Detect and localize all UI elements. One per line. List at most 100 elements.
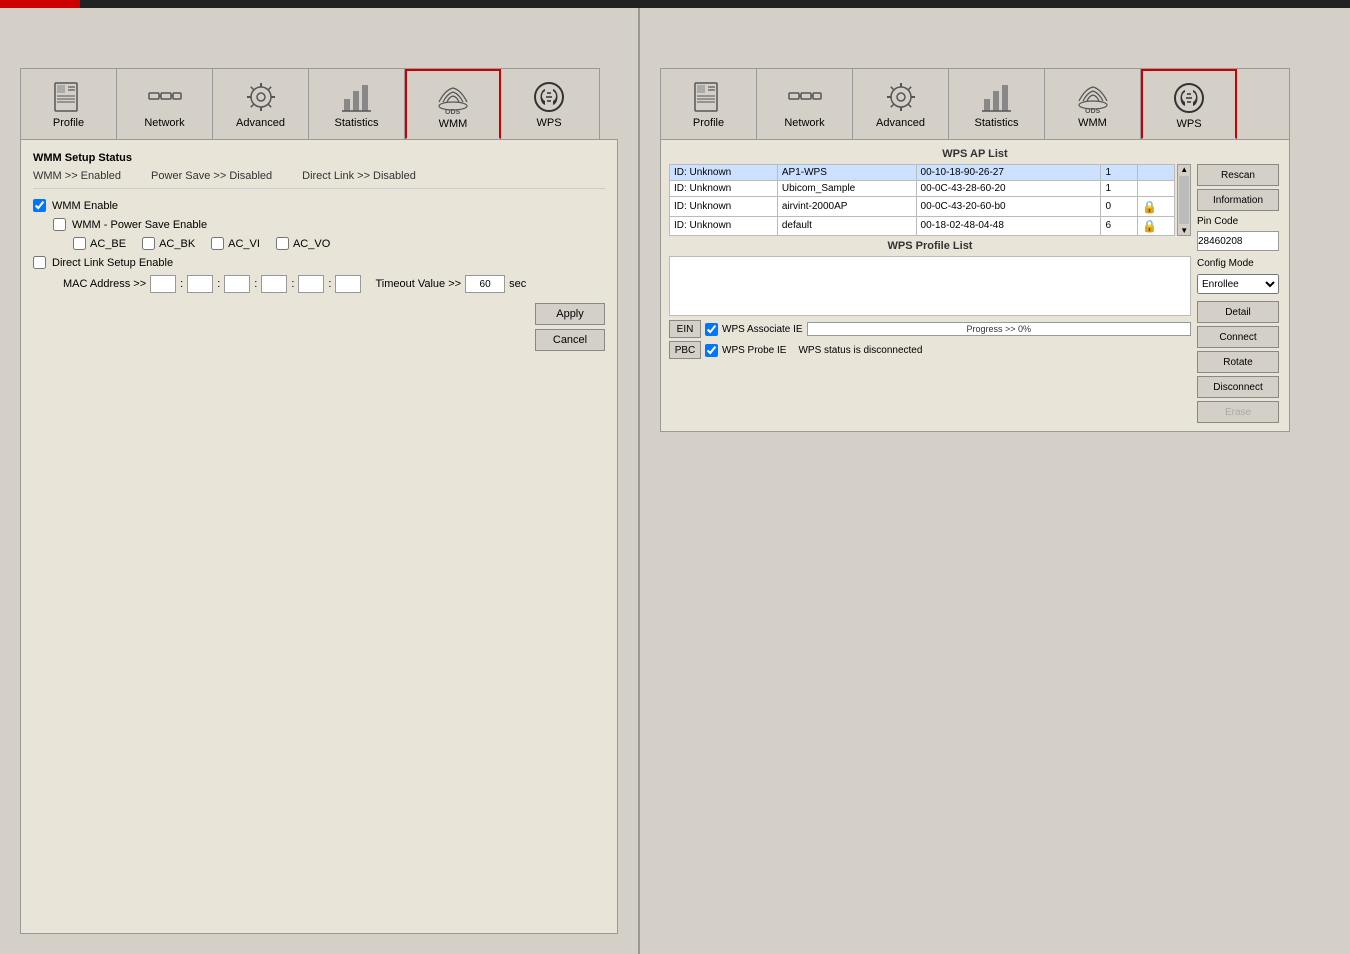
- mac-address-group: MAC Address >> : : : : : Timeout Value >…: [63, 275, 605, 293]
- right-tab-wmm[interactable]: ODS WMM: [1045, 69, 1141, 139]
- ap-bssid-cell: 00-18-02-48-04-48: [916, 216, 1101, 235]
- mac-byte-3[interactable]: [224, 275, 250, 293]
- ap-table-scrollbar[interactable]: ▲ ▼: [1177, 164, 1191, 236]
- wps-probe-ie-checkbox[interactable]: [705, 344, 718, 357]
- svg-text:ODS: ODS: [445, 109, 461, 116]
- connect-button[interactable]: Connect: [1197, 326, 1279, 348]
- ap-table-row[interactable]: ID: Unknown airvint-2000AP 00-0C-43-20-6…: [670, 197, 1175, 216]
- wps-status-label: WPS status is disconnected: [798, 345, 922, 356]
- wps-ein-row: EIN WPS Associate IE Progress >> 0%: [669, 320, 1191, 338]
- mac-byte-1[interactable]: [150, 275, 176, 293]
- disconnect-button[interactable]: Disconnect: [1197, 376, 1279, 398]
- information-button[interactable]: Information: [1197, 189, 1279, 211]
- wmm-icon: ODS: [435, 80, 471, 116]
- left-tab-statistics[interactable]: Statistics: [309, 69, 405, 139]
- left-tab-profile[interactable]: Profile: [21, 69, 117, 139]
- wps-associate-ie-checkbox[interactable]: [705, 323, 718, 336]
- wps-profile-list-title: WPS Profile List: [669, 240, 1191, 252]
- pbc-button[interactable]: PBC: [669, 341, 701, 359]
- ac-vi-label: AC_VI: [228, 238, 260, 250]
- mac-byte-2[interactable]: [187, 275, 213, 293]
- config-mode-select[interactable]: Enrollee Registrar: [1197, 274, 1279, 294]
- right-tab-bar: Profile Network: [660, 68, 1290, 139]
- ap-table-row[interactable]: ID: Unknown default 00-18-02-48-04-48 6 …: [670, 216, 1175, 235]
- wmm-power-save-checkbox[interactable]: [53, 218, 66, 231]
- rescan-button[interactable]: Rescan: [1197, 164, 1279, 186]
- left-tab-advanced[interactable]: Advanced: [213, 69, 309, 139]
- ap-bssid-cell: 00-10-18-90-26-27: [916, 165, 1101, 181]
- detail-button[interactable]: Detail: [1197, 301, 1279, 323]
- left-tab-wps[interactable]: WPS: [501, 69, 597, 139]
- ap-bssid-cell: 00-0C-43-20-60-b0: [916, 197, 1101, 216]
- apply-button[interactable]: Apply: [535, 303, 605, 325]
- profile-icon: [51, 79, 87, 115]
- ap-table-row[interactable]: ID: Unknown Ubicom_Sample 00-0C-43-28-60…: [670, 181, 1175, 197]
- wmm-content-box: WMM Setup Status WMM >> Enabled Power Sa…: [20, 139, 618, 934]
- right-statistics-icon: [979, 79, 1015, 115]
- ap-id-cell: ID: Unknown: [670, 197, 778, 216]
- wps-bottom-left: EIN WPS Associate IE Progress >> 0% PBC: [669, 320, 1191, 362]
- timeout-label: Timeout Value >>: [375, 278, 461, 290]
- network-icon: [147, 79, 183, 115]
- wps-ap-table: ID: Unknown AP1-WPS 00-10-18-90-26-27 1 …: [669, 164, 1175, 236]
- ac-vi-item: AC_VI: [211, 237, 260, 250]
- direct-link-checkbox[interactable]: [33, 256, 46, 269]
- ap-ch-cell: 1: [1101, 181, 1138, 197]
- wps-icon-left: [531, 79, 567, 115]
- left-tab-wps-label: WPS: [536, 117, 561, 129]
- left-panel: Profile Network: [0, 8, 640, 954]
- right-tab-statistics[interactable]: Statistics: [949, 69, 1045, 139]
- left-tab-network[interactable]: Network: [117, 69, 213, 139]
- right-tab-network[interactable]: Network: [757, 69, 853, 139]
- lock-icon: 🔒: [1142, 219, 1157, 233]
- mac-byte-4[interactable]: [261, 275, 287, 293]
- wmm-enable-checkbox[interactable]: [33, 199, 46, 212]
- right-tab-wmm-label: WMM: [1078, 117, 1107, 129]
- left-tab-network-label: Network: [144, 117, 184, 129]
- right-panel: Profile Network: [640, 8, 1350, 954]
- mac-byte-5[interactable]: [298, 275, 324, 293]
- right-tab-wps[interactable]: WPS: [1141, 69, 1237, 139]
- lock-icon: 🔒: [1142, 200, 1157, 214]
- right-tab-advanced-label: Advanced: [876, 117, 925, 129]
- top-bar-red-accent: [0, 0, 80, 8]
- wmm-status-line: WMM >> Enabled Power Save >> Disabled Di…: [33, 170, 605, 189]
- wps-main-area: ID: Unknown AP1-WPS 00-10-18-90-26-27 1 …: [669, 164, 1191, 423]
- ac-vi-checkbox[interactable]: [211, 237, 224, 250]
- scroll-up-button[interactable]: ▲: [1178, 165, 1190, 174]
- mac-byte-6[interactable]: [335, 275, 361, 293]
- main-area: Profile Network: [0, 8, 1350, 954]
- wps-right-side-container: ID: Unknown AP1-WPS 00-10-18-90-26-27 1 …: [669, 164, 1281, 423]
- ap-table-row[interactable]: ID: Unknown AP1-WPS 00-10-18-90-26-27 1: [670, 165, 1175, 181]
- ap-ssid-cell: AP1-WPS: [777, 165, 916, 181]
- ap-ch-cell: 1: [1101, 165, 1138, 181]
- right-tab-advanced[interactable]: Advanced: [853, 69, 949, 139]
- ap-ssid-cell: airvint-2000AP: [777, 197, 916, 216]
- ap-lock-cell: [1138, 181, 1175, 197]
- left-tab-wmm[interactable]: ODS WMM: [405, 69, 501, 139]
- left-tab-profile-label: Profile: [53, 117, 84, 129]
- ap-ssid-cell: Ubicom_Sample: [777, 181, 916, 197]
- cancel-button[interactable]: Cancel: [535, 329, 605, 351]
- ac-be-item: AC_BE: [73, 237, 126, 250]
- wps-ap-list-title: WPS AP List: [669, 148, 1281, 160]
- right-advanced-icon: [883, 79, 919, 115]
- ac-vo-item: AC_VO: [276, 237, 330, 250]
- ap-lock-cell: 🔒: [1138, 197, 1175, 216]
- timeout-input[interactable]: [465, 275, 505, 293]
- pin-code-input[interactable]: [1197, 231, 1279, 251]
- left-tab-advanced-label: Advanced: [236, 117, 285, 129]
- wps-side-buttons: Rescan Information Pin Code Config Mode …: [1191, 164, 1281, 423]
- ac-bk-checkbox[interactable]: [142, 237, 155, 250]
- ac-vo-checkbox[interactable]: [276, 237, 289, 250]
- ein-button[interactable]: EIN: [669, 320, 701, 338]
- erase-button[interactable]: Erase: [1197, 401, 1279, 423]
- wmm-enable-row: WMM Enable: [33, 199, 605, 212]
- wmm-direct-link-status: Direct Link >> Disabled: [302, 170, 416, 182]
- scroll-down-button[interactable]: ▼: [1178, 226, 1190, 235]
- direct-link-label: Direct Link Setup Enable: [52, 257, 173, 269]
- ac-be-checkbox[interactable]: [73, 237, 86, 250]
- right-tab-profile[interactable]: Profile: [661, 69, 757, 139]
- rotate-button[interactable]: Rotate: [1197, 351, 1279, 373]
- ap-bssid-cell: 00-0C-43-28-60-20: [916, 181, 1101, 197]
